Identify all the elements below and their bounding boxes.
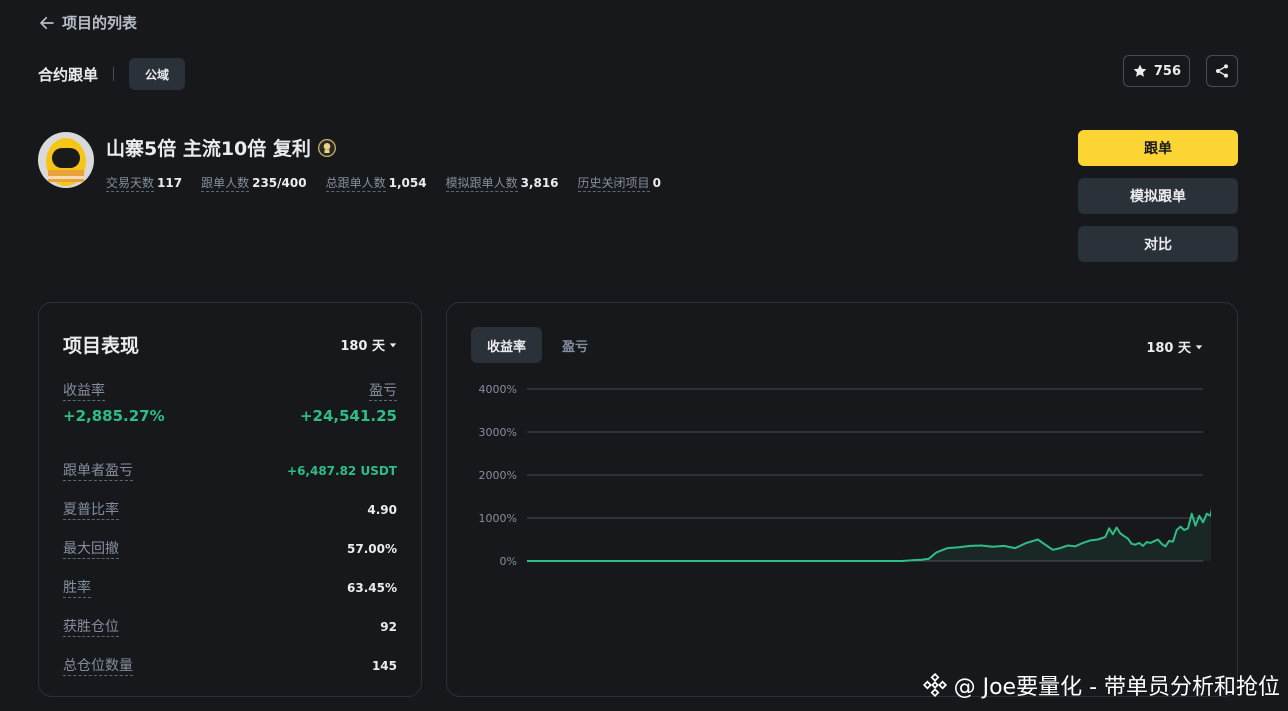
chart-tabs: 收益率 盈亏 [471, 327, 1213, 363]
roi-metric: 收益率 +2,885.27% [63, 380, 165, 425]
caret-down-icon [1195, 344, 1203, 349]
roi-area [527, 513, 1211, 561]
share-button[interactable] [1206, 55, 1238, 87]
tab-pnl[interactable]: 盈亏 [546, 327, 604, 363]
metric-value: +6,487.82 USDT [287, 463, 397, 478]
roi-label: 收益率 [63, 380, 105, 401]
stat-label: 模拟跟单人数 [445, 176, 518, 192]
top-right-actions: 756 [1122, 55, 1238, 87]
period-label: 180 天 [340, 339, 385, 354]
tab-roi[interactable]: 收益率 [471, 327, 543, 363]
pnl-label: 盈亏 [369, 380, 397, 401]
avatar-image [38, 132, 94, 188]
y-tick-label: 0% [500, 555, 517, 568]
performance-card: 项目表现 180 天 收益率 +2,885.27% 盈亏 +24,541.25 … [38, 302, 422, 697]
stat-value: 117 [157, 176, 183, 190]
stat-value: 1,054 [388, 176, 427, 190]
stat-value: 235/400 [252, 176, 307, 190]
metric-label: 获胜仓位 [63, 616, 119, 637]
stat-label: 历史关闭项目 [577, 176, 650, 192]
metric-row: 胜率 63.45% [63, 568, 397, 607]
trader-name: 山寨5倍 主流10倍 复利 [106, 138, 311, 160]
star-icon [1133, 64, 1147, 77]
stat-label: 总跟单人数 [325, 176, 386, 192]
share-icon [1216, 64, 1228, 78]
stat-copiers: 跟单人数 235/400 [201, 174, 307, 192]
metric-label: 夏普比率 [63, 499, 119, 520]
y-tick-label: 4000% [479, 383, 517, 396]
scope-chip[interactable]: 公域 [129, 58, 186, 90]
subheader: 合约跟单 公域 [38, 58, 186, 90]
trader-stats: 交易天数 117 跟单人数 235/400 总跟单人数 1,054 模拟跟单人数 3,8… [106, 174, 661, 192]
metric-row: 最大回撤 57.00% [63, 529, 397, 568]
main-metrics: 收益率 +2,885.27% 盈亏 +24,541.25 [63, 380, 397, 425]
pnl-value: +24,541.25 [299, 407, 397, 425]
pnl-metric: 盈亏 +24,541.25 [300, 380, 397, 425]
watermark-text: @ Joe要量化 - 带单员分析和抢位 [953, 675, 1280, 700]
metric-row: 跟单者盈亏 +6,487.82 USDT [63, 451, 397, 490]
metric-row: 获胜仓位 92 [63, 607, 397, 646]
period-dropdown[interactable]: 180 天 [340, 335, 397, 354]
metric-label: 胜率 [63, 577, 91, 598]
metric-row: 夏普比率 4.90 [63, 490, 397, 529]
chart-period-label: 180 天 [1146, 341, 1191, 356]
binance-logo-icon [922, 672, 947, 698]
stat-label: 跟单人数 [201, 176, 250, 192]
back-link-label: 项目的列表 [62, 14, 138, 32]
mock-copy-button[interactable]: 模拟跟单 [1078, 178, 1238, 214]
favorite-count: 756 [1153, 63, 1181, 79]
arrow-left-icon [40, 16, 54, 29]
divider [113, 67, 115, 81]
watermark: @ Joe要量化 - 带单员分析和抢位 [922, 669, 1280, 701]
y-tick-label: 3000% [479, 426, 517, 439]
performance-title: 项目表现 [63, 335, 140, 357]
chart-card: 收益率 盈亏 180 天 4000% 3000% 2000% 1000% 0% [446, 302, 1238, 697]
favorite-button[interactable]: 756 [1122, 55, 1190, 87]
y-tick-label: 2000% [479, 469, 517, 482]
compare-button[interactable]: 对比 [1078, 226, 1238, 262]
medal-icon [317, 138, 336, 157]
metric-value: 4.90 [367, 502, 397, 517]
stat-value: 3,816 [520, 176, 559, 190]
metric-value: 145 [371, 658, 397, 673]
action-buttons: 跟单 模拟跟单 对比 [1078, 130, 1238, 262]
metric-label: 跟单者盈亏 [63, 460, 133, 481]
stat-value: 0 [652, 176, 661, 190]
metric-row: 总仓位数量 145 [63, 646, 397, 685]
caret-down-icon [389, 342, 397, 347]
metric-value: 57.00% [347, 541, 397, 556]
stat-total-copiers: 总跟单人数 1,054 [325, 174, 427, 192]
stat-trading-days: 交易天数 117 [106, 174, 183, 192]
stat-label: 交易天数 [106, 176, 155, 192]
category-label: 合约跟单 [38, 65, 99, 84]
roi-chart: 4000% 3000% 2000% 1000% 0% [479, 383, 1211, 568]
metric-value: 92 [380, 619, 397, 634]
metric-label: 总仓位数量 [63, 655, 133, 676]
metric-rows: 跟单者盈亏 +6,487.82 USDT 夏普比率 4.90 最大回撤 57.0… [63, 451, 397, 685]
stat-closed-projects: 历史关闭项目 0 [577, 174, 661, 192]
metric-label: 最大回撤 [63, 538, 119, 559]
roi-value: +2,885.27% [63, 407, 165, 425]
copy-trade-button[interactable]: 跟单 [1078, 130, 1238, 166]
avatar[interactable] [38, 132, 94, 188]
metric-value: 63.45% [347, 580, 397, 595]
back-link[interactable]: 项目的列表 [38, 12, 137, 33]
stat-mock-copiers: 模拟跟单人数 3,816 [445, 174, 559, 192]
trader-profile: 山寨5倍 主流10倍 复利 交易天数 117 跟单人数 235/400 总跟单人数 1… [38, 132, 661, 192]
chart-period-dropdown[interactable]: 180 天 [1146, 337, 1203, 356]
y-tick-label: 1000% [479, 512, 517, 525]
